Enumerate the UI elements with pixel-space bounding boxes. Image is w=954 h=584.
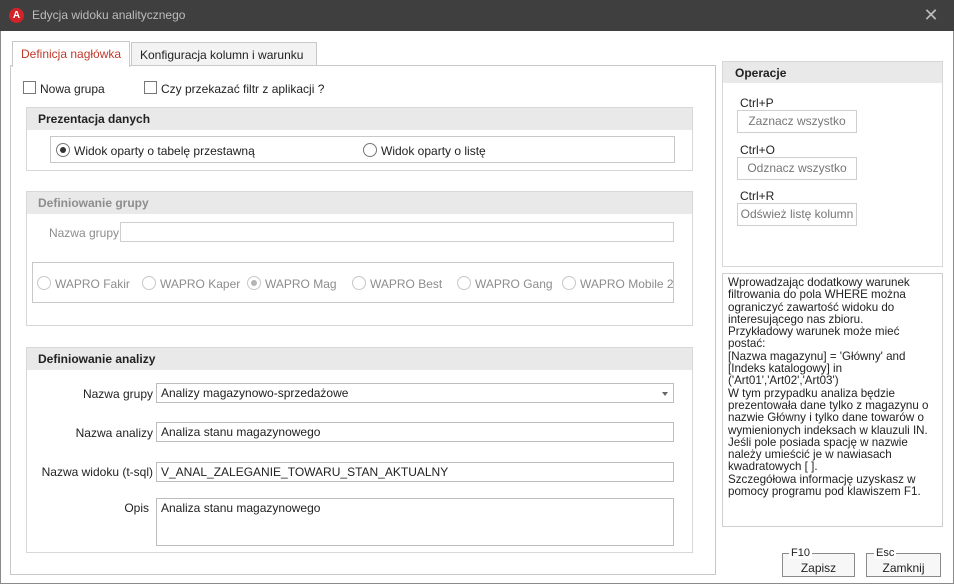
nazwa-analizy-label: Nazwa analizy [75, 426, 153, 440]
wapro-mobile-radio[interactable] [562, 276, 576, 290]
wapro-fakir-radio[interactable] [37, 276, 51, 290]
przekazac-filtr-checkbox[interactable] [144, 81, 157, 94]
zaznacz-wszystko-button[interactable]: Zaznacz wszystko [737, 110, 857, 133]
wapro-kaper-radio[interactable] [142, 276, 156, 290]
operacje-title: Operacje [723, 62, 942, 83]
nazwa-widoku-input[interactable]: V_ANAL_ZALEGANIE_TOWARU_STAN_AKTUALNY [156, 462, 674, 482]
nowa-grupa-checkbox[interactable] [23, 81, 36, 94]
odznacz-wszystko-button[interactable]: Odznacz wszystko [737, 157, 857, 180]
wapro-kaper-label: WAPRO Kaper [160, 277, 241, 291]
tab-label: Definicja nagłówka [21, 47, 122, 61]
shortcut-ctrl-r: Ctrl+R [740, 189, 775, 203]
zapisz-button[interactable]: F10 Zapisz [782, 548, 855, 577]
widok-lista-radio[interactable] [363, 143, 377, 157]
window-title: Edycja widoku analitycznego [32, 8, 186, 22]
prezentacja-danych-group: Prezentacja danych [26, 107, 693, 171]
opis-label: Opis [124, 501, 149, 515]
widok-lista-label: Widok oparty o listę [381, 144, 486, 158]
app-logo-icon: A [9, 8, 24, 23]
przekazac-filtr-label: Czy przekazać filtr z aplikacji ? [161, 82, 325, 96]
odswiez-liste-kolumn-button[interactable]: Odśwież listę kolumn [737, 203, 857, 226]
nazwa-grupy-input[interactable] [120, 222, 674, 242]
widok-tabela-przestawna-radio[interactable] [56, 143, 70, 157]
nazwa-grupy-label: Nazwa grupy [48, 226, 119, 240]
wapro-fakir-label: WAPRO Fakir [55, 277, 130, 291]
button-label: Zamknij [882, 561, 925, 575]
shortcut-f10: F10 [789, 547, 812, 559]
group-title: Definiowanie analizy [27, 348, 692, 370]
tab-label: Konfiguracja kolumn i warunku [140, 48, 304, 62]
shortcut-ctrl-p: Ctrl+P [740, 96, 774, 110]
wapro-mobile-label: WAPRO Mobile 2 [580, 277, 674, 291]
wapro-gang-radio[interactable] [457, 276, 471, 290]
wapro-best-label: WAPRO Best [370, 277, 443, 291]
nazwa-widoku-label: Nazwa widoku (t-sql) [41, 465, 153, 479]
wapro-mag-label: WAPRO Mag [265, 277, 337, 291]
nowa-grupa-label: Nowa grupa [40, 82, 105, 96]
tab-definicja-naglowka[interactable]: Definicja nagłówka [12, 41, 130, 67]
nazwa-analizy-input[interactable]: Analiza stanu magazynowego [156, 422, 674, 442]
product-radio-box: WAPRO Fakir WAPRO Kaper WAPRO Mag WAPRO … [32, 262, 674, 303]
shortcut-esc: Esc [874, 547, 897, 559]
close-window-icon[interactable]: ✕ [919, 3, 943, 27]
chevron-down-icon[interactable] [662, 392, 668, 396]
shortcut-ctrl-o: Ctrl+O [740, 143, 776, 157]
wapro-gang-label: WAPRO Gang [475, 277, 553, 291]
group-title: Definiowanie grupy [27, 192, 692, 214]
button-label: Zapisz [800, 561, 837, 575]
opis-textarea[interactable]: Analiza stanu magazynowego [156, 498, 674, 546]
select-value: Analizy magazynowo-sprzedażowe [161, 386, 349, 400]
widok-tabela-przestawna-label: Widok oparty o tabelę przestawną [74, 144, 255, 158]
help-info-text: Wprowadzając dodatkowy warunek filtrowan… [722, 273, 943, 527]
wapro-mag-radio[interactable] [247, 276, 261, 290]
zamknij-button[interactable]: Esc Zamknij [866, 548, 941, 577]
definiowanie-grupy-group: Definiowanie grupy [26, 191, 693, 326]
group-title: Prezentacja danych [27, 108, 692, 130]
wapro-best-radio[interactable] [352, 276, 366, 290]
analiza-nazwa-grupy-select[interactable]: Analizy magazynowo-sprzedażowe [156, 383, 674, 403]
tab-konfiguracja-kolumn[interactable]: Konfiguracja kolumn i warunku [131, 42, 317, 67]
analiza-nazwa-grupy-label: Nazwa grupy [82, 387, 153, 401]
